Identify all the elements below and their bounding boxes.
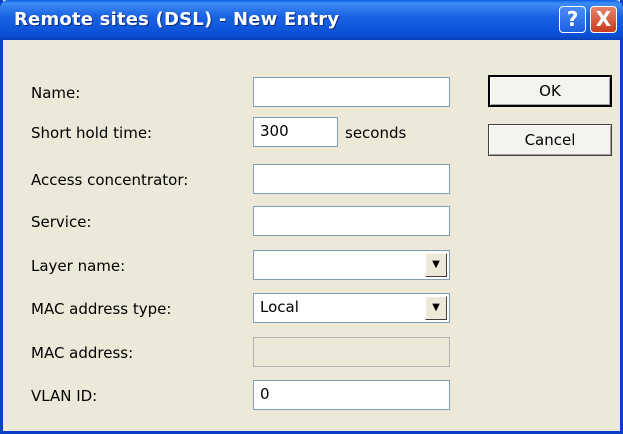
short-hold-time-input[interactable]: 300 (253, 117, 338, 147)
service-label: Service: (31, 213, 92, 231)
title-bar[interactable]: Remote sites (DSL) - New Entry ? X (0, 0, 623, 40)
layer-name-label: Layer name: (31, 257, 126, 275)
mac-address-input (253, 337, 450, 367)
short-hold-time-unit: seconds (345, 124, 407, 142)
cancel-button[interactable]: Cancel (488, 124, 612, 156)
mac-address-type-dropdown[interactable]: Local ▼ (253, 293, 450, 323)
help-icon: ? (566, 7, 579, 31)
vlan-id-label: VLAN ID: (31, 387, 98, 405)
chevron-down-icon[interactable]: ▼ (425, 296, 447, 320)
mac-address-type-label: MAC address type: (31, 300, 172, 318)
ok-button[interactable]: OK (488, 75, 612, 107)
window-title: Remote sites (DSL) - New Entry (14, 9, 340, 30)
close-button[interactable]: X (590, 6, 617, 33)
service-input[interactable] (253, 206, 450, 236)
access-concentrator-label: Access concentrator: (31, 171, 189, 189)
vlan-id-input[interactable]: 0 (253, 380, 450, 410)
short-hold-time-label: Short hold time: (31, 124, 153, 142)
name-input[interactable] (253, 77, 450, 107)
close-icon: X (595, 7, 612, 31)
name-label: Name: (31, 84, 81, 102)
mac-address-type-value: Local (260, 298, 299, 316)
mac-address-label: MAC address: (31, 344, 134, 362)
layer-name-dropdown[interactable]: ▼ (253, 250, 450, 280)
access-concentrator-input[interactable] (253, 164, 450, 194)
chevron-down-icon[interactable]: ▼ (425, 253, 447, 277)
dialog-window: Remote sites (DSL) - New Entry ? X Name:… (0, 0, 623, 434)
help-button[interactable]: ? (559, 6, 586, 33)
